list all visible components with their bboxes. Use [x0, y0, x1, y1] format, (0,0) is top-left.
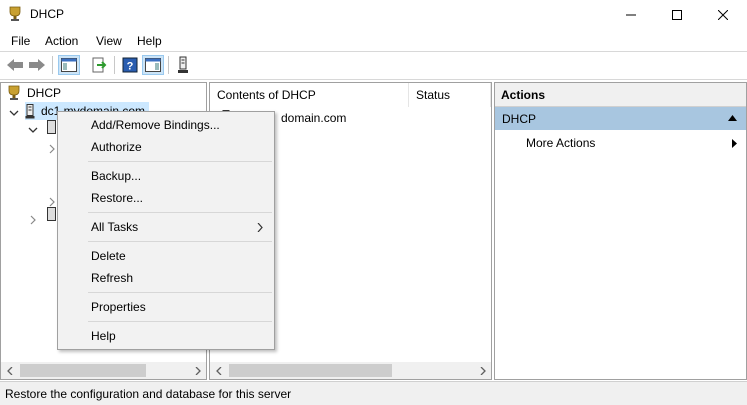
submenu-arrow-icon — [732, 139, 737, 148]
chevron-right-icon[interactable] — [28, 215, 38, 225]
submenu-chevron-icon — [257, 223, 263, 232]
status-bar: Restore the configuration and database f… — [0, 381, 747, 405]
minimize-icon — [626, 14, 636, 16]
server-icon — [25, 103, 35, 118]
tree-root[interactable]: DHCP — [6, 84, 61, 102]
help-icon: ? — [122, 57, 138, 73]
menu-item-delete[interactable]: Delete — [91, 249, 126, 263]
scroll-right-icon[interactable] — [189, 362, 206, 379]
toolbar-separator — [114, 56, 115, 74]
menu-separator — [88, 241, 272, 242]
scroll-left-icon[interactable] — [1, 362, 18, 379]
left-horizontal-scrollbar[interactable] — [1, 362, 206, 379]
chevron-down-icon[interactable] — [28, 125, 38, 135]
column-header-contents[interactable]: Contents of DHCP — [210, 83, 409, 107]
console-tree-icon — [61, 58, 77, 72]
scroll-right-icon[interactable] — [474, 362, 491, 379]
action-pane-icon — [145, 58, 161, 72]
scrollbar-thumb[interactable] — [20, 364, 146, 377]
server-properties-button[interactable] — [172, 55, 194, 75]
server-icon — [178, 56, 188, 73]
forward-arrow-icon — [29, 59, 45, 71]
scrollbar-thumb[interactable] — [229, 364, 392, 377]
chevron-right-icon[interactable] — [47, 197, 57, 207]
menu-action[interactable]: Action — [45, 34, 78, 48]
menu-item-all-tasks[interactable]: All Tasks — [91, 220, 138, 234]
window-title: DHCP — [30, 7, 65, 21]
forward-button[interactable] — [26, 55, 48, 75]
toolbar-separator — [52, 56, 53, 74]
menu-item-properties[interactable]: Properties — [91, 300, 146, 314]
maximize-icon — [672, 10, 682, 20]
close-icon — [718, 10, 728, 20]
back-arrow-icon — [7, 59, 23, 71]
menu-item-backup[interactable]: Backup... — [91, 169, 141, 183]
tree-root-label: DHCP — [27, 86, 62, 100]
chevron-right-icon[interactable] — [47, 144, 57, 154]
scroll-left-icon[interactable] — [210, 362, 227, 379]
collapse-up-icon[interactable] — [728, 115, 737, 121]
actions-title: Actions — [495, 83, 746, 107]
menu-item-restore[interactable]: Restore... — [91, 191, 143, 205]
menu-separator — [88, 212, 272, 213]
chevron-down-icon[interactable] — [9, 108, 19, 118]
menu-item-help[interactable]: Help — [91, 329, 116, 343]
more-actions-item[interactable]: More Actions — [526, 136, 595, 150]
ipv6-icon — [47, 207, 56, 221]
toolbar-separator — [168, 56, 169, 74]
svg-text:?: ? — [127, 61, 134, 73]
ipv4-icon — [47, 120, 56, 134]
center-horizontal-scrollbar[interactable] — [210, 362, 491, 379]
menu-item-refresh[interactable]: Refresh — [91, 271, 133, 285]
actions-pane: Actions DHCP More Actions — [494, 82, 747, 380]
actions-group-label: DHCP — [502, 112, 537, 126]
menu-separator — [88, 321, 272, 322]
list-item-label: domain.com — [281, 110, 347, 125]
back-button[interactable] — [4, 55, 26, 75]
close-button[interactable] — [700, 0, 746, 30]
menu-file[interactable]: File — [11, 34, 30, 48]
show-console-tree-button[interactable] — [58, 55, 80, 75]
maximize-button[interactable] — [654, 0, 700, 30]
toolbar-divider — [0, 79, 747, 80]
menu-view[interactable]: View — [96, 34, 122, 48]
menu-item-authorize[interactable]: Authorize — [91, 140, 142, 154]
menu-item-add-remove-bindings[interactable]: Add/Remove Bindings... — [91, 118, 220, 132]
export-list-button[interactable] — [88, 55, 110, 75]
show-action-pane-button[interactable] — [142, 55, 164, 75]
export-list-icon — [92, 57, 107, 73]
toolbar: ? — [0, 52, 747, 78]
minimize-button[interactable] — [608, 0, 654, 30]
status-text: Restore the configuration and database f… — [5, 387, 292, 401]
help-button[interactable]: ? — [119, 55, 141, 75]
menu-bar: File Action View Help — [0, 31, 747, 51]
column-header-status[interactable]: Status — [409, 83, 491, 107]
title-bar: DHCP — [0, 0, 747, 30]
context-menu: Add/Remove Bindings... Authorize Backup.… — [57, 111, 275, 350]
menu-help[interactable]: Help — [137, 34, 162, 48]
menu-separator — [88, 161, 272, 162]
dhcp-root-icon — [8, 85, 20, 100]
actions-group-dhcp[interactable]: DHCP — [495, 107, 746, 130]
dhcp-app-icon — [9, 6, 21, 21]
menu-separator — [88, 292, 272, 293]
